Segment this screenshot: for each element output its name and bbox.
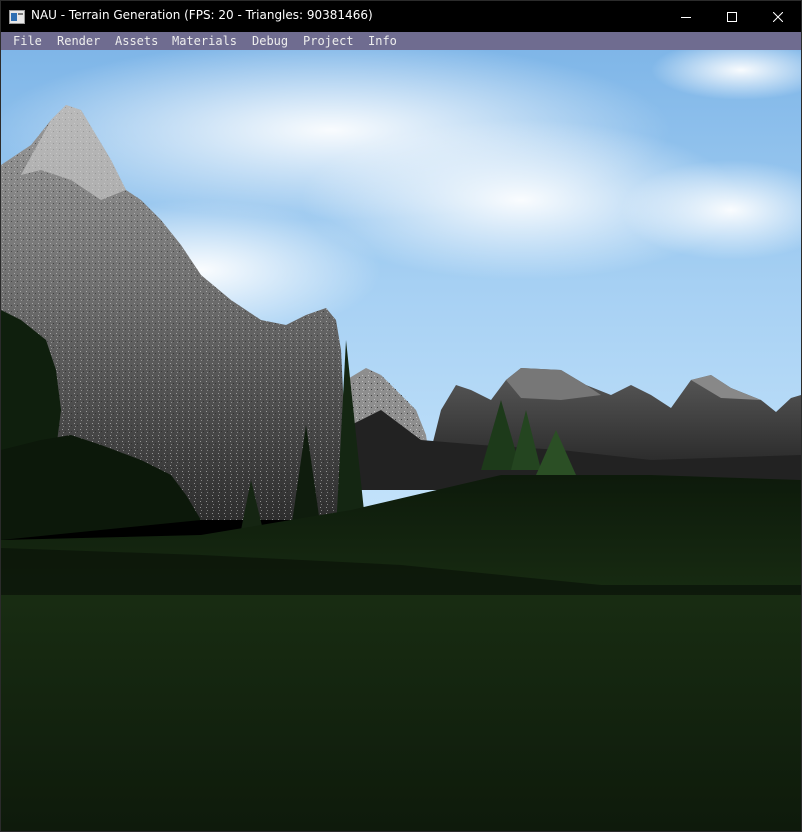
close-button[interactable]	[755, 1, 801, 31]
close-icon	[772, 7, 784, 26]
app-window: NAU - Terrain Generation (FPS: 20 - Tria…	[0, 0, 802, 832]
menu-debug[interactable]: Debug	[252, 34, 288, 48]
menu-bar: File Render Assets Materials Debug Proje…	[1, 32, 801, 50]
maximize-button[interactable]	[709, 1, 755, 31]
menu-info[interactable]: Info	[368, 34, 397, 48]
menu-file[interactable]: File	[13, 34, 42, 48]
menu-assets[interactable]: Assets	[115, 34, 158, 48]
window-title: NAU - Terrain Generation (FPS: 20 - Tria…	[31, 8, 373, 22]
menu-materials[interactable]: Materials	[172, 34, 237, 48]
minimize-icon	[681, 7, 691, 26]
minimize-button[interactable]	[663, 1, 709, 31]
terrain-scene	[1, 50, 801, 831]
menu-render[interactable]: Render	[57, 34, 100, 48]
render-viewport[interactable]	[1, 50, 801, 831]
menu-project[interactable]: Project	[303, 34, 354, 48]
title-bar[interactable]: NAU - Terrain Generation (FPS: 20 - Tria…	[1, 1, 801, 31]
app-icon	[9, 9, 25, 24]
maximize-icon	[727, 7, 737, 26]
